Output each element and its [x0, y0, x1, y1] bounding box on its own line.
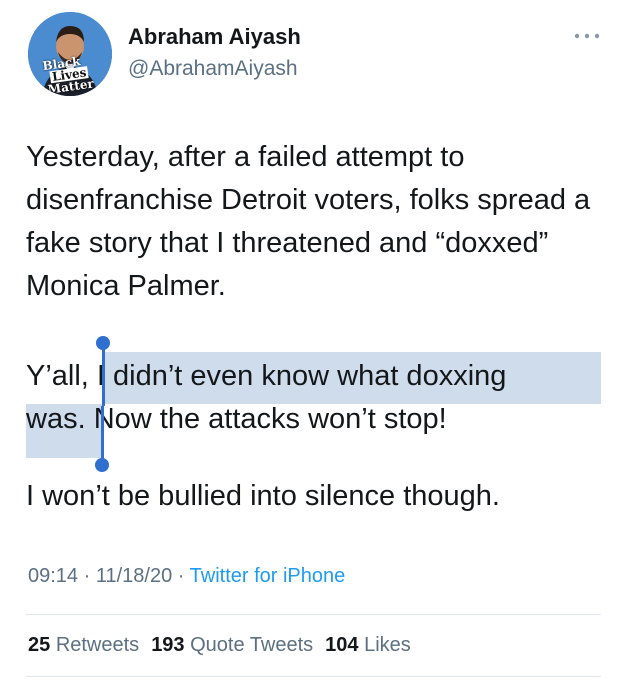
- tweet-p2-prefix: Y’all,: [26, 360, 97, 392]
- tweet-meta: 09:14 · 11/18/20 · Twitter for iPhone: [28, 565, 345, 588]
- more-icon[interactable]: [573, 24, 601, 39]
- tweet-stats: 25 Retweets 193 Quote Tweets 104 Likes: [28, 634, 411, 657]
- user-handle[interactable]: @AbrahamAiyash: [128, 57, 298, 81]
- quotes-label: Quote Tweets: [190, 634, 314, 656]
- meta-separator: ·: [172, 565, 190, 587]
- tweet-time[interactable]: 09:14: [28, 565, 78, 587]
- selection-start-handle[interactable]: [96, 336, 110, 350]
- selection-start-handle-bar[interactable]: [102, 346, 105, 406]
- quotes-count: 193: [151, 634, 185, 656]
- selection-end-handle[interactable]: [95, 458, 109, 472]
- retweets-stat[interactable]: 25 Retweets: [28, 634, 139, 656]
- likes-count: 104: [325, 634, 359, 656]
- tweet-paragraph-3: I won’t be bullied into silence though.: [26, 480, 500, 512]
- meta-separator: ·: [78, 565, 96, 587]
- tweet-paragraph-2: Y’all, I didn’t even know what doxxing wa…: [26, 355, 616, 441]
- retweets-count: 25: [28, 634, 51, 656]
- tweet-source-link[interactable]: Twitter for iPhone: [190, 565, 346, 587]
- avatar[interactable]: Black Lives Matter: [28, 12, 112, 96]
- likes-label: Likes: [364, 634, 411, 656]
- divider: [26, 614, 601, 615]
- divider: [26, 676, 601, 677]
- selection-end-handle-bar[interactable]: [101, 406, 104, 462]
- retweets-label: Retweets: [55, 634, 140, 656]
- tweet: Black Lives Matter Abraham Aiyash @Abrah…: [0, 0, 627, 680]
- tweet-p2-suffix: Now the attacks won’t stop!: [85, 403, 447, 435]
- tweet-date[interactable]: 11/18/20: [96, 565, 172, 587]
- tweet-p2-selected-b: was.: [26, 403, 86, 435]
- quotes-stat[interactable]: 193 Quote Tweets: [151, 634, 313, 656]
- display-name[interactable]: Abraham Aiyash: [128, 24, 301, 50]
- tweet-paragraph-1: Yesterday, after a failed attempt to dis…: [26, 141, 591, 302]
- likes-stat[interactable]: 104 Likes: [325, 634, 411, 656]
- tweet-p2-selected-a: I didn’t even know what doxxing: [96, 360, 507, 392]
